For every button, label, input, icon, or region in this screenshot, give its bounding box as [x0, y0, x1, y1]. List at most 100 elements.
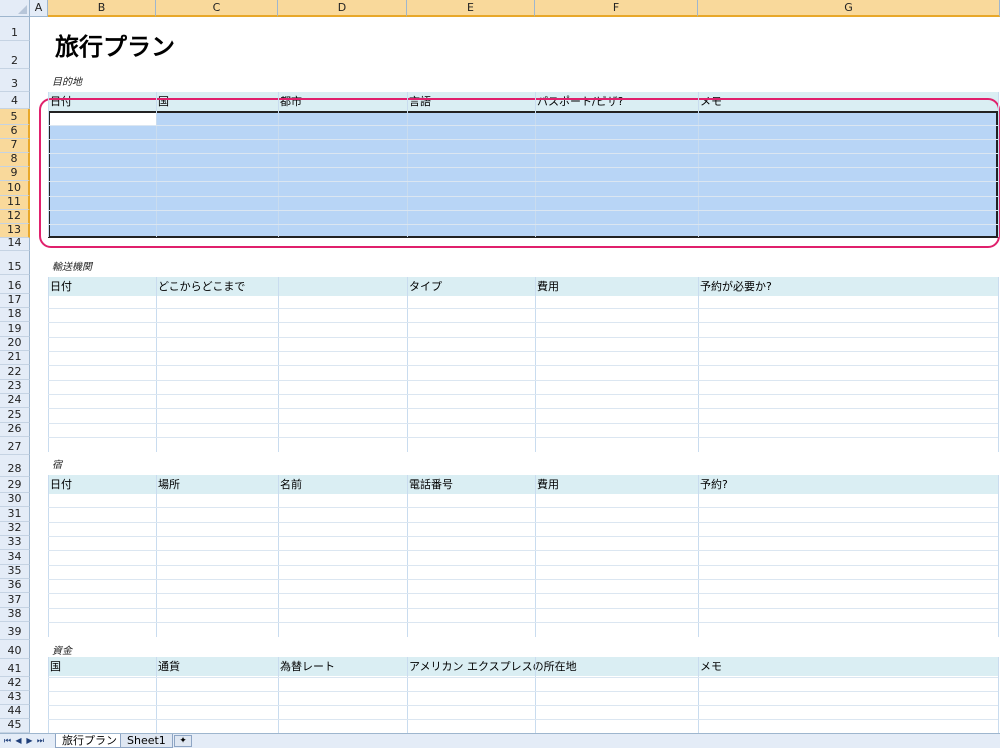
sheet-tab-bar: ⏮ ◀ ▶ ⏭ 旅行プラン Sheet1 ✦ — [0, 733, 1000, 748]
row-header-38[interactable]: 38 — [0, 607, 30, 622]
sheet-tab-sheet1[interactable]: Sheet1 — [120, 734, 173, 748]
grid-line — [278, 475, 279, 637]
row-header-9[interactable]: 9 — [0, 166, 30, 181]
header-date[interactable]: 日付 — [48, 475, 72, 494]
row-header-21[interactable]: 21 — [0, 350, 30, 365]
grid-line — [48, 351, 998, 352]
row-header-16[interactable]: 16 — [0, 275, 30, 294]
row-header-10[interactable]: 10 — [0, 181, 30, 196]
row-header-17[interactable]: 17 — [0, 293, 30, 308]
row-header-26[interactable]: 26 — [0, 422, 30, 437]
header-cost[interactable]: 費用 — [535, 277, 559, 296]
column-header-f[interactable]: F — [535, 0, 698, 17]
row-header-20[interactable]: 20 — [0, 336, 30, 351]
grid-line — [48, 691, 998, 692]
header-amex-location[interactable]: アメリカン エクスプレスの所在地 — [407, 657, 577, 676]
header-memo[interactable]: メモ — [698, 657, 722, 676]
row-header-30[interactable]: 30 — [0, 492, 30, 507]
header-date[interactable]: 日付 — [48, 277, 72, 296]
row-header-32[interactable]: 32 — [0, 521, 30, 536]
last-sheet-icon[interactable]: ⏭ — [36, 736, 45, 746]
row-header-45[interactable]: 45 — [0, 718, 30, 733]
grid-line — [998, 92, 999, 237]
row-header-3[interactable]: 3 — [0, 69, 30, 92]
grid-line — [48, 125, 998, 126]
row-header-25[interactable]: 25 — [0, 408, 30, 423]
grid-line — [278, 92, 279, 237]
row-header-28[interactable]: 28 — [0, 455, 30, 477]
worksheet-grid[interactable]: 旅行プラン 目的地 日付 国 都市 言語 パスポート/ビザ? メモ 輸送機関 日… — [30, 17, 1000, 734]
header-name[interactable]: 名前 — [278, 475, 302, 494]
row-header-22[interactable]: 22 — [0, 365, 30, 380]
grid-line — [48, 408, 998, 409]
grid-line — [48, 719, 998, 720]
section-label-destination: 目的地 — [52, 77, 82, 88]
header-type[interactable]: タイプ — [407, 277, 442, 296]
header-from-to[interactable]: どこからどこまで — [156, 277, 245, 296]
column-header-c[interactable]: C — [156, 0, 278, 17]
header-currency[interactable]: 通貨 — [156, 657, 180, 676]
column-headers: A B C D E F G — [30, 0, 1000, 17]
header-cost[interactable]: 費用 — [535, 475, 559, 494]
row-header-33[interactable]: 33 — [0, 535, 30, 550]
grid-line — [407, 657, 408, 733]
row-header-35[interactable]: 35 — [0, 564, 30, 579]
header-exchange-rate[interactable]: 為替レート — [278, 657, 335, 676]
prev-sheet-icon[interactable]: ◀ — [14, 736, 23, 746]
row-header-4[interactable]: 4 — [0, 92, 30, 109]
row-header-44[interactable]: 44 — [0, 704, 30, 719]
grid-line — [48, 536, 998, 537]
first-sheet-icon[interactable]: ⏮ — [3, 736, 12, 746]
row-header-24[interactable]: 24 — [0, 393, 30, 408]
select-all-corner[interactable] — [0, 0, 30, 17]
header-reservation-needed[interactable]: 予約が必要か? — [698, 277, 772, 296]
header-place[interactable]: 場所 — [156, 475, 180, 494]
grid-line — [407, 475, 408, 637]
column-header-b[interactable]: B — [48, 0, 156, 17]
row-header-43[interactable]: 43 — [0, 690, 30, 705]
header-phone[interactable]: 電話番号 — [407, 475, 453, 494]
row-header-29[interactable]: 29 — [0, 477, 30, 493]
header-reserved[interactable]: 予約? — [698, 475, 728, 494]
row-header-8[interactable]: 8 — [0, 152, 30, 167]
row-header-14[interactable]: 14 — [0, 236, 30, 251]
row-header-7[interactable]: 7 — [0, 138, 30, 153]
row-header-31[interactable]: 31 — [0, 507, 30, 522]
row-header-18[interactable]: 18 — [0, 307, 30, 322]
row-header-42[interactable]: 42 — [0, 676, 30, 691]
row-header-12[interactable]: 12 — [0, 209, 30, 224]
grid-line — [48, 153, 998, 154]
grid-line — [48, 322, 998, 323]
row-header-19[interactable]: 19 — [0, 322, 30, 337]
next-sheet-icon[interactable]: ▶ — [25, 736, 34, 746]
row-header-1[interactable]: 1 — [0, 17, 30, 41]
grid-line — [48, 337, 998, 338]
grid-line — [48, 92, 49, 237]
row-header-2[interactable]: 2 — [0, 41, 30, 69]
column-header-d[interactable]: D — [278, 0, 407, 17]
column-header-g[interactable]: G — [698, 0, 1000, 17]
row-header-6[interactable]: 6 — [0, 124, 30, 139]
row-header-11[interactable]: 11 — [0, 195, 30, 210]
row-header-15[interactable]: 15 — [0, 251, 30, 275]
row-header-34[interactable]: 34 — [0, 550, 30, 565]
grid-line — [48, 196, 998, 197]
funds-table[interactable]: 国 通貨 為替レート アメリカン エクスプレスの所在地 メモ — [48, 657, 998, 733]
insert-sheet-icon[interactable]: ✦ — [174, 735, 192, 747]
row-header-40[interactable]: 40 — [0, 640, 30, 659]
row-header-23[interactable]: 23 — [0, 379, 30, 394]
row-header-37[interactable]: 37 — [0, 593, 30, 608]
row-header-39[interactable]: 39 — [0, 622, 30, 640]
header-country[interactable]: 国 — [48, 657, 61, 676]
sheet-tab-travel-plan[interactable]: 旅行プラン — [55, 734, 124, 748]
column-header-a[interactable]: A — [30, 0, 48, 17]
section-label-transport: 輸送機関 — [52, 262, 92, 273]
grid-line — [278, 657, 279, 733]
grid-line — [156, 475, 157, 637]
row-header-41[interactable]: 41 — [0, 659, 30, 677]
row-header-27[interactable]: 27 — [0, 437, 30, 455]
row-header-36[interactable]: 36 — [0, 578, 30, 593]
column-header-e[interactable]: E — [407, 0, 535, 17]
lodging-table[interactable]: 日付 場所 名前 電話番号 費用 予約? — [48, 475, 998, 637]
row-header-5[interactable]: 5 — [0, 109, 30, 125]
